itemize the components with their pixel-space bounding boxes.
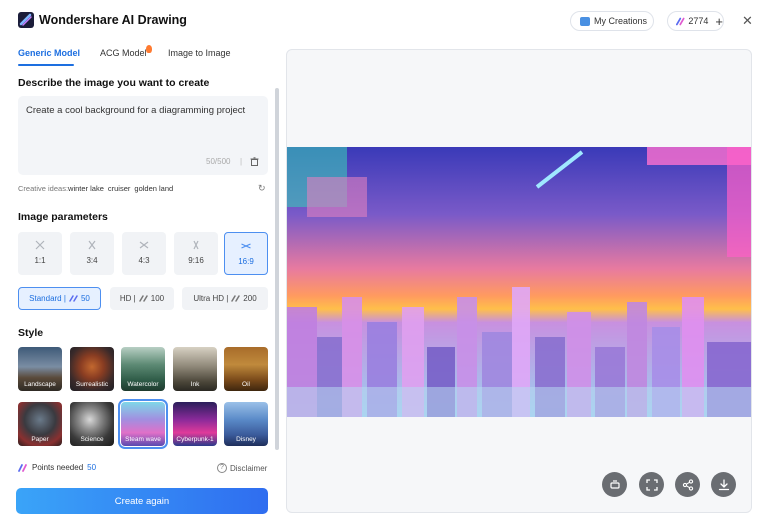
idea-chip[interactable]: cruiser [108, 184, 131, 193]
style-label: Landscape [24, 381, 56, 388]
ratio-9-16-option[interactable]: 9:16 [174, 232, 218, 275]
add-points-icon[interactable]: + [715, 15, 723, 28]
help-icon: ? [217, 463, 227, 473]
style-label: Science [80, 436, 104, 443]
share-icon [682, 478, 693, 491]
ratio-icon [241, 243, 251, 249]
idea-chip[interactable]: golden land [134, 184, 173, 193]
active-tab-indicator [18, 64, 74, 66]
app-title: Wondershare AI Drawing [39, 13, 187, 27]
style-paper[interactable]: Paper [18, 402, 62, 446]
points-needed-value: 50 [87, 463, 97, 472]
generated-image[interactable] [287, 147, 751, 417]
quality-ultra-hd-option[interactable]: Ultra HD | 200 [182, 287, 268, 310]
quality-points: 50 [80, 294, 90, 303]
quality-label: Ultra HD | [193, 294, 229, 303]
points-needed-label: Points needed [32, 463, 84, 472]
style-label: Surrealistic [75, 381, 109, 388]
points-icon [676, 17, 685, 25]
my-creations-label: My Creations [594, 16, 648, 26]
points-needed: Points needed 50 [18, 463, 96, 472]
quality-standard-option[interactable]: Standard | 50 [18, 287, 101, 310]
style-label: Disney [236, 436, 256, 443]
style-landscape[interactable]: Landscape [18, 347, 62, 391]
points-icon [69, 295, 78, 302]
ratio-label: 9:16 [188, 256, 204, 265]
share-button[interactable] [675, 472, 700, 497]
crop-button[interactable] [602, 472, 627, 497]
ratio-label: 4:3 [138, 256, 150, 265]
prompt-input[interactable]: Create a cool background for a diagrammi… [18, 96, 268, 175]
char-count: 50/500 [206, 157, 231, 166]
prompt-heading: Describe the image you want to create [18, 77, 210, 89]
download-icon [718, 478, 729, 490]
points-balance: 2774 [688, 16, 709, 26]
tab-acg-model[interactable]: ACG Model [100, 48, 147, 58]
tab-generic-model[interactable]: Generic Model [18, 48, 80, 58]
hot-badge-icon [146, 45, 152, 53]
idea-chip[interactable]: winter lake [68, 184, 104, 193]
style-steam-wave[interactable]: Steam wave [118, 399, 168, 449]
header: Wondershare AI Drawing My Creations 2774… [0, 0, 764, 42]
style-surrealistic[interactable]: Surrealistic [70, 347, 114, 391]
create-again-button[interactable]: Create again [16, 488, 268, 514]
ratio-icon [88, 240, 96, 250]
style-label: Paper [31, 436, 49, 443]
points-icon [18, 463, 27, 472]
fullscreen-button[interactable] [639, 472, 664, 497]
quality-label: HD | [119, 294, 136, 303]
my-creations-button[interactable]: My Creations [570, 11, 654, 31]
points-icon [231, 295, 241, 302]
refresh-icon[interactable]: ↻ [258, 183, 266, 194]
crop-icon [609, 479, 620, 489]
ratio-icon [35, 240, 45, 250]
divider: | [240, 157, 243, 166]
style-label: Cyberpunk-1 [176, 436, 214, 443]
style-cyberpunk-1[interactable]: Cyberpunk-1 [173, 402, 217, 446]
ideas-label: Creative ideas: [18, 184, 69, 193]
ratio-icon [139, 241, 149, 249]
style-label: Oil [242, 381, 250, 388]
gallery-icon [580, 16, 590, 26]
download-button[interactable] [711, 472, 736, 497]
points-icon [139, 295, 148, 302]
params-heading: Image parameters [18, 211, 108, 223]
ratio-16-9-option[interactable]: 16:9 [224, 232, 268, 275]
ratio-3-4-option[interactable]: 3:4 [70, 232, 114, 275]
quality-label: Standard | [29, 294, 66, 303]
disclaimer-label: Disclaimer [230, 463, 268, 473]
ratio-label: 3:4 [86, 256, 98, 265]
style-oil[interactable]: Oil [224, 347, 268, 391]
ratio-icon [193, 240, 199, 250]
ratio-1-1-option[interactable]: 1:1 [18, 232, 62, 275]
trash-icon[interactable] [250, 157, 259, 166]
quality-hd-option[interactable]: HD | 100 [110, 287, 174, 310]
quality-points: 100 [150, 294, 165, 303]
style-science[interactable]: Science [70, 402, 114, 446]
disclaimer-link[interactable]: ? Disclaimer [217, 463, 267, 473]
style-watercolor[interactable]: Watercolor [121, 347, 165, 391]
style-disney[interactable]: Disney [224, 402, 268, 446]
style-label: Ink [190, 381, 200, 388]
points-balance-button[interactable]: 2774 + [667, 11, 724, 31]
fullscreen-icon [645, 478, 658, 491]
ratio-label: 16:9 [238, 257, 254, 266]
ratio-label: 1:1 [34, 256, 46, 265]
style-ink[interactable]: Ink [173, 347, 217, 391]
tab-image-to-image[interactable]: Image to Image [168, 48, 231, 58]
left-panel-scrollbar[interactable] [275, 88, 279, 450]
close-icon[interactable]: ✕ [742, 13, 753, 29]
creative-ideas: Creative ideas:winter lake cruiser golden … [18, 184, 173, 193]
ratio-4-3-option[interactable]: 4:3 [122, 232, 166, 275]
style-heading: Style [18, 327, 44, 339]
quality-points: 200 [243, 294, 257, 303]
image-preview-panel [286, 49, 752, 513]
prompt-text[interactable]: Create a cool background for a diagrammi… [26, 105, 245, 116]
style-label: Steam wave [125, 436, 161, 443]
style-label: Watercolor [127, 381, 159, 388]
app-logo-icon [18, 12, 34, 28]
